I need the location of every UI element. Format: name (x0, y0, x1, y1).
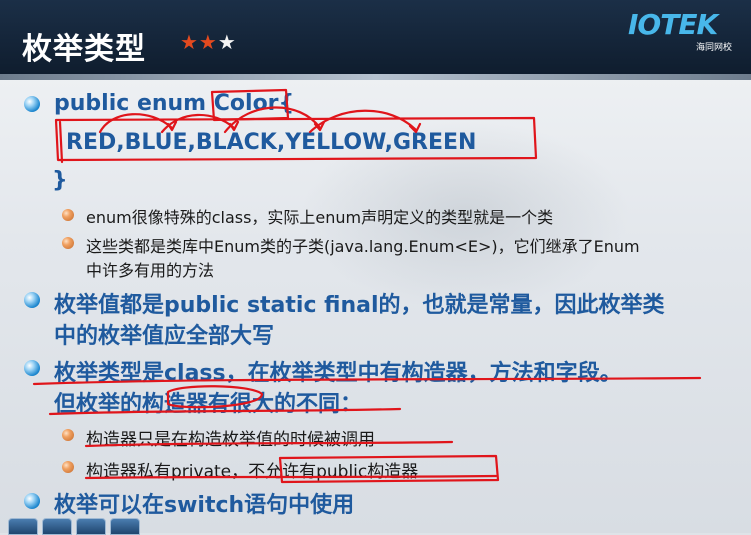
code-line-2: RED,BLUE,BLACK,YELLOW,GREEN (66, 130, 477, 155)
bullet-icon (24, 96, 40, 112)
sub-bullet-icon (62, 237, 74, 249)
slide-thumbnails (0, 518, 160, 535)
sub-point-3: 构造器只是在构造枚举值的时候被调用 (86, 430, 375, 450)
sub-point-2-line-1: 这些类都是类库中Enum类的子类(java.lang.Enum<E>)，它们继承… (86, 237, 640, 256)
thumbnail (110, 518, 140, 535)
header-stripe (0, 74, 751, 80)
sub-point-1: enum很像特殊的class，实际上enum声明定义的类型就是一个类 (86, 208, 554, 227)
thumbnail (42, 518, 72, 535)
sub-bullet-icon (62, 461, 74, 473)
logo-subtitle: 海同网校 (696, 43, 733, 53)
bullet-icon (24, 493, 40, 509)
iotek-logo: IOTEK 海同网校 (628, 8, 740, 53)
bullet-icon (24, 292, 40, 308)
star-white-icon: ★ (217, 30, 237, 54)
sub-point-2-line-2: 中许多有用的方法 (86, 261, 215, 280)
sub-bullet-icon (62, 429, 74, 441)
logo-text: IOTEK (628, 8, 718, 41)
slide-header: 枚举类型 ★★★ IOTEK 海同网校 (0, 0, 751, 74)
sub-point-4: 构造器私有private，不允许有public构造器 (86, 462, 419, 482)
bullet-icon (24, 360, 40, 376)
point-3-line-1: 枚举类型是class，在枚举类型中有构造器，方法和字段。 (54, 361, 622, 386)
star-red-icon: ★★ (180, 30, 218, 54)
thumbnail (8, 518, 38, 535)
sub-bullet-icon (62, 209, 74, 221)
point-4: 枚举可以在switch语句中使用 (54, 493, 355, 518)
point-2-line-2: 中的枚举值应全部大写 (54, 324, 275, 349)
difficulty-stars: ★★★ (180, 30, 237, 54)
point-2-line-1: 枚举值都是public static final的，也就是常量，因此枚举类 (54, 293, 665, 318)
code-line-3: } (52, 168, 68, 193)
point-3-line-2: 但枚举的构造器有很大的不同： (54, 392, 363, 417)
slide-title: 枚举类型 (22, 32, 146, 67)
thumbnail (76, 518, 106, 535)
code-line-1: public enum Color{ (54, 91, 295, 116)
